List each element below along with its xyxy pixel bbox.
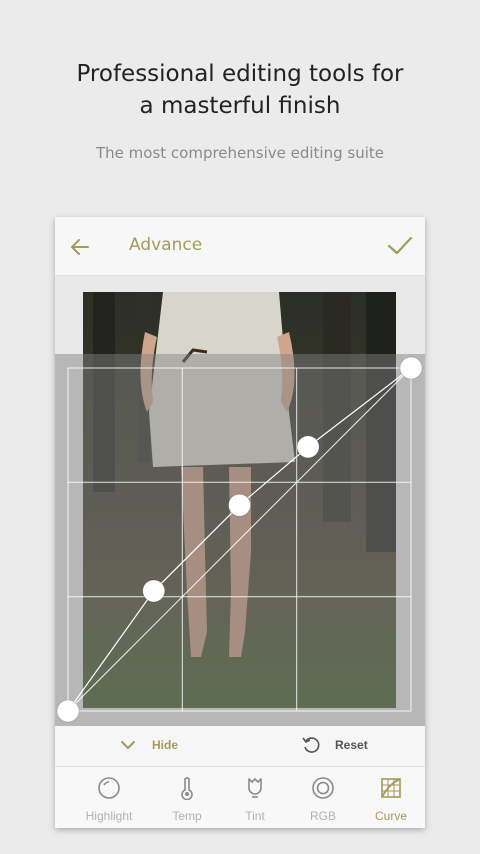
hide-label: Hide — [152, 738, 179, 752]
headline-line-2: a masterful finish — [139, 93, 341, 119]
tool-label: Highlight — [85, 809, 133, 823]
tool-label: Curve — [374, 809, 407, 823]
curve-control-point[interactable] — [296, 435, 320, 459]
tool-label: Tint — [245, 809, 265, 823]
tool-bar: Highlight Temp Tint RGB Curve — [55, 767, 425, 828]
reset-button[interactable]: Reset — [301, 736, 381, 756]
tool-tint[interactable]: Tint — [220, 767, 290, 828]
promo-subheadline: The most comprehensive editing suite — [95, 144, 384, 162]
curve-control-point[interactable] — [142, 579, 166, 603]
tool-curve[interactable]: Curve — [356, 767, 426, 828]
headline-line-1: Professional editing tools for — [76, 61, 404, 87]
tool-label: RGB — [309, 809, 336, 823]
check-icon — [387, 236, 413, 255]
tool-rgb[interactable]: RGB — [288, 767, 358, 828]
curve-icon — [381, 778, 401, 798]
top-bar: Advance — [55, 217, 425, 276]
screen-title: Advance — [129, 235, 203, 255]
promo-headline: Professional editing tools for a masterf… — [0, 58, 480, 122]
curve-control-point[interactable] — [228, 493, 251, 517]
highlight-icon — [98, 777, 120, 799]
tool-highlight[interactable]: Highlight — [74, 767, 144, 828]
app-screen: Advance Hide Reset Highlight Temp Tint R… — [55, 217, 425, 828]
back-button[interactable] — [67, 234, 93, 260]
action-bar: Hide Reset — [55, 726, 425, 767]
reset-label: Reset — [335, 738, 368, 752]
editing-canvas — [55, 276, 425, 726]
thermometer-icon — [181, 777, 193, 800]
chevron-down-icon — [121, 741, 135, 749]
arrow-left-icon — [71, 239, 89, 255]
tool-temp[interactable]: Temp — [152, 767, 222, 828]
confirm-button[interactable] — [385, 232, 415, 260]
tool-label: Temp — [172, 809, 202, 823]
rgb-icon — [312, 777, 334, 799]
curve-grid[interactable] — [55, 354, 425, 726]
curve-control-point[interactable] — [399, 356, 423, 380]
reset-icon — [302, 737, 320, 753]
tint-icon — [248, 778, 262, 798]
curve-control-point[interactable] — [56, 699, 80, 723]
